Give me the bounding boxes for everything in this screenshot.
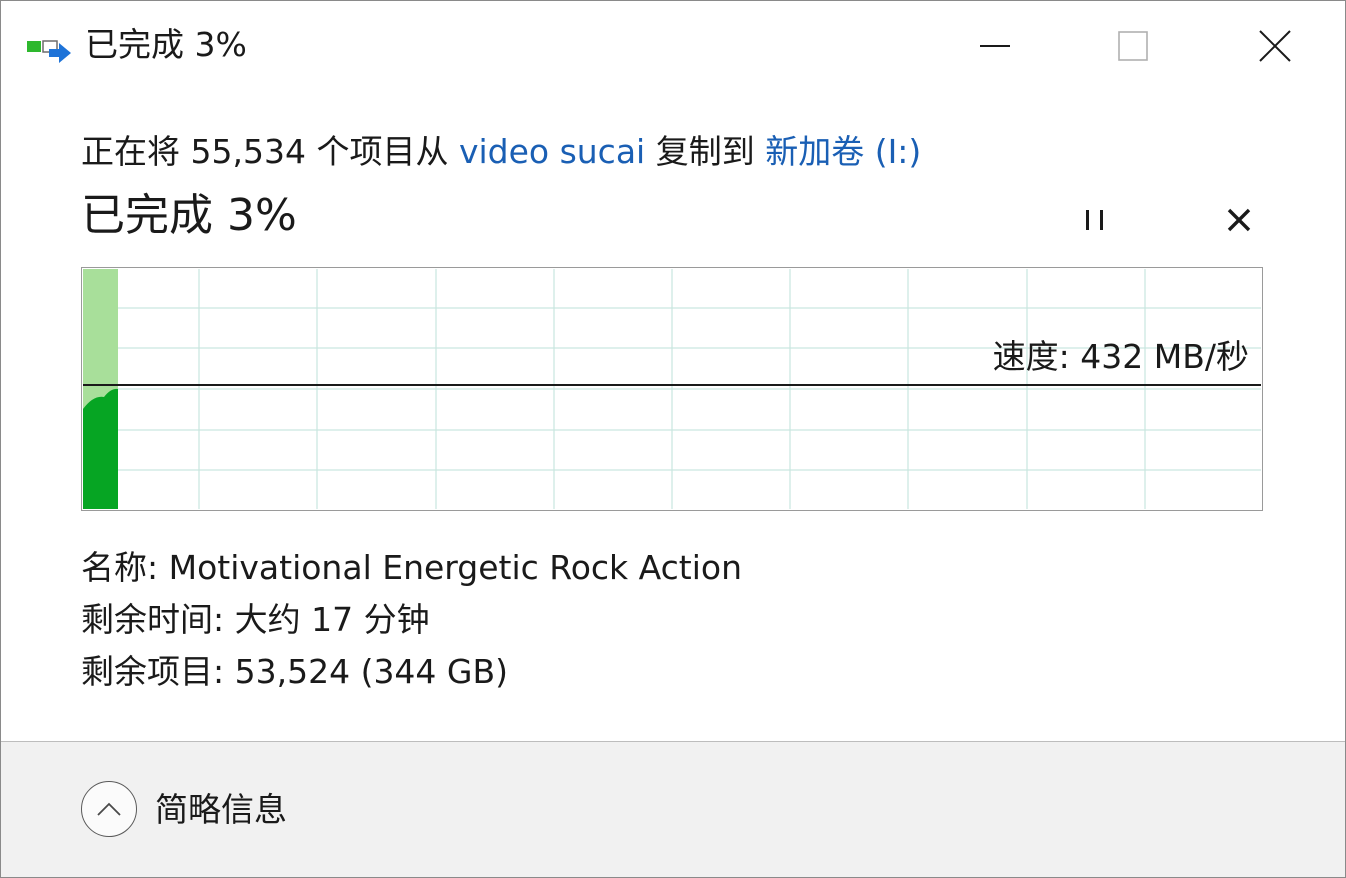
transfer-speed-graph: [81, 267, 1263, 511]
items-remaining: 剩余项目: 53,524 (344 GB): [81, 652, 509, 691]
close-icon: [1259, 30, 1291, 62]
status-middle: 复制到: [645, 132, 766, 171]
maximize-button[interactable]: [1063, 1, 1203, 91]
less-details-button[interactable]: [81, 781, 137, 837]
cancel-copy-button[interactable]: [1215, 199, 1263, 241]
speed-graph-svg: [81, 267, 1263, 511]
minimize-icon: [980, 45, 1010, 47]
copy-progress-dialog: 已完成 3% 正在将 55,534 个项目从 video sucai 复制到 新…: [0, 0, 1346, 878]
speed-label: 速度: 432 MB/秒: [992, 337, 1249, 376]
status-prefix: 正在将 55,534 个项目从: [81, 132, 459, 171]
file-copy-icon: [27, 35, 73, 67]
copy-status-line: 正在将 55,534 个项目从 video sucai 复制到 新加卷 (I:): [81, 129, 921, 175]
window-title: 已完成 3%: [85, 25, 247, 64]
minimize-button[interactable]: [925, 1, 1065, 91]
maximize-icon: [1118, 31, 1148, 61]
progress-title: 已完成 3%: [81, 190, 297, 241]
close-window-button[interactable]: [1205, 1, 1345, 91]
cancel-icon: [1227, 208, 1251, 232]
title-bar: 已完成 3%: [1, 1, 1345, 91]
pause-button[interactable]: [1071, 199, 1119, 241]
destination-drive-link[interactable]: 新加卷 (I:): [765, 132, 921, 171]
pause-icon: [1086, 210, 1103, 230]
time-remaining: 剩余时间: 大约 17 分钟: [81, 600, 430, 639]
current-file-name: 名称: Motivational Energetic Rock Action: [81, 548, 742, 587]
speed-history-area: [83, 388, 118, 509]
source-folder-link[interactable]: video sucai: [459, 132, 645, 171]
chevron-up-icon: [97, 802, 121, 816]
less-details-label[interactable]: 简略信息: [155, 787, 287, 833]
progress-fill: [83, 269, 118, 509]
